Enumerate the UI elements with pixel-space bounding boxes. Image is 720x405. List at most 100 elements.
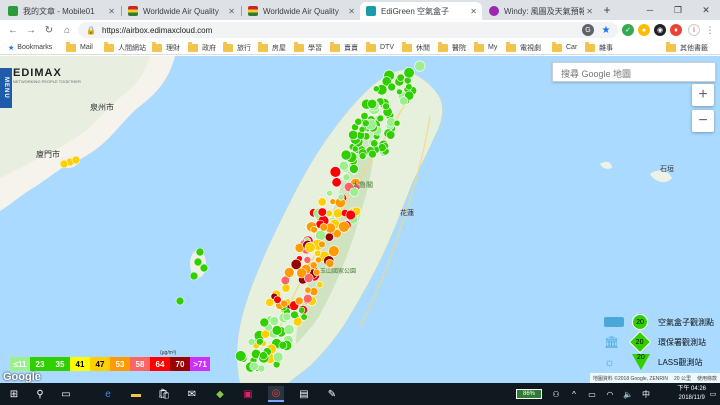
search-icon[interactable]: ⚲ [32,386,48,402]
notifications-icon[interactable]: ^ [566,386,582,402]
station-marker[interactable] [345,209,356,221]
station-marker[interactable] [325,209,333,218]
station-marker[interactable] [372,85,380,93]
station-marker[interactable] [175,296,185,306]
station-marker[interactable] [310,226,318,234]
app-icon[interactable]: ◆ [212,386,228,402]
station-marker[interactable] [318,240,326,249]
station-marker[interactable] [273,295,282,304]
profile-avatar[interactable]: ⅰ [688,24,700,36]
forward-button[interactable]: → [24,23,38,37]
station-marker[interactable] [304,241,316,253]
minimize-button[interactable]: ─ [636,0,664,20]
terms-link[interactable]: 使用條款 [697,375,717,382]
station-marker[interactable] [283,267,295,278]
bookmark-folder[interactable]: 賣賣 [330,41,358,53]
app-icon[interactable]: ✎ [324,386,340,402]
map-area[interactable]: 泉州市 廈門市 石垣 太魯閣 花蓮 玉山國家公園 MENU EDIMAX NETW… [0,56,720,383]
mail-icon[interactable]: ✉ [184,386,200,402]
station-marker[interactable] [403,67,415,79]
station-marker[interactable] [300,313,308,321]
station-marker[interactable] [304,286,312,294]
wifi-icon[interactable]: ◠ [602,386,618,402]
tab-windy[interactable]: Windy: 風圖及天氣預報 ✕ [483,2,598,20]
station-marker[interactable] [405,83,413,91]
station-marker[interactable] [260,329,270,339]
menu-toggle-button[interactable]: MENU [0,68,12,108]
station-marker[interactable] [255,337,264,346]
bookmark-folder[interactable]: 電視劇 [506,41,541,53]
bookmark-folder[interactable]: Mail [66,41,93,53]
task-view-icon[interactable]: ▭ [58,386,74,402]
app-icon[interactable]: ▤ [296,386,312,402]
map-search-input[interactable]: 搜尋 Google 地圖 [552,62,716,82]
station-marker[interactable] [303,256,312,264]
station-marker[interactable] [331,177,342,188]
bookmark-star-icon[interactable]: ★ [600,24,612,36]
station-marker[interactable] [317,197,327,207]
translate-icon[interactable]: G [582,24,594,36]
station-marker[interactable] [259,317,270,328]
photos-icon[interactable]: ▣ [240,386,256,402]
station-marker[interactable] [247,337,256,346]
close-tab-icon[interactable]: ✕ [470,7,477,16]
station-marker[interactable] [281,283,291,293]
station-marker[interactable] [348,129,359,140]
station-marker[interactable] [326,189,333,197]
station-marker[interactable] [272,351,284,363]
tab-edigreen[interactable]: EdiGreen 空氣盒子 ✕ [360,2,482,20]
station-marker[interactable] [269,316,280,326]
station-marker[interactable] [337,193,345,201]
station-marker[interactable] [340,149,352,161]
station-marker[interactable] [358,126,366,133]
browser-menu-icon[interactable]: ⋮ [704,24,716,36]
extension-icon[interactable]: ♦ [670,24,682,36]
volume-icon[interactable]: 🔈 [620,386,636,402]
station-marker[interactable] [294,296,304,306]
station-marker[interactable] [189,271,199,281]
station-marker[interactable] [387,82,397,92]
station-marker[interactable] [257,364,266,373]
station-marker[interactable] [338,160,349,171]
station-marker[interactable] [329,198,337,205]
station-marker[interactable] [349,164,359,174]
station-marker[interactable] [282,312,292,322]
system-clock[interactable]: 下午 04:26 2018/11/9 [677,385,706,403]
file-explorer-icon[interactable]: ▬ [128,386,144,402]
chrome-icon[interactable]: ◎ [268,386,284,402]
store-icon[interactable]: 🛍 [156,386,172,402]
bookmark-folder[interactable]: 人間網站 [104,41,146,53]
station-marker[interactable] [317,207,327,217]
station-marker[interactable] [59,159,69,169]
bookmarks-button[interactable]: ★ Bookmarks [8,42,52,53]
station-marker[interactable] [393,119,401,127]
station-marker[interactable] [354,117,363,126]
station-marker[interactable] [280,299,289,308]
station-marker[interactable] [324,232,334,242]
bookmark-folder[interactable]: My [474,41,497,53]
tab-waqi-2[interactable]: Worldwide Air Quality ✕ [242,2,360,20]
station-marker[interactable] [328,245,340,257]
station-marker[interactable] [303,273,314,283]
maximize-button[interactable]: ❐ [664,0,692,20]
extension-icon[interactable]: ◉ [654,24,666,36]
station-marker[interactable] [259,351,268,361]
station-marker[interactable] [386,130,396,140]
close-tab-icon[interactable]: ✕ [108,7,115,16]
bookmark-folder[interactable]: 理財 [152,41,180,53]
station-marker[interactable] [235,350,247,362]
close-window-button[interactable]: ✕ [692,0,720,20]
station-marker[interactable] [290,310,299,319]
station-marker[interactable] [358,152,367,160]
zoom-out-button[interactable]: − [692,110,714,132]
station-marker[interactable] [338,221,350,233]
reload-button[interactable]: ↻ [42,23,56,37]
windows-start-icon[interactable]: ⊞ [6,386,22,402]
extension-icon[interactable]: ● [638,24,650,36]
station-marker[interactable] [367,98,378,109]
new-tab-button[interactable]: + [600,3,614,17]
station-marker[interactable] [396,88,403,96]
station-marker[interactable] [399,96,409,106]
battery-indicator[interactable]: 86% [516,389,542,399]
station-marker[interactable] [193,257,203,267]
